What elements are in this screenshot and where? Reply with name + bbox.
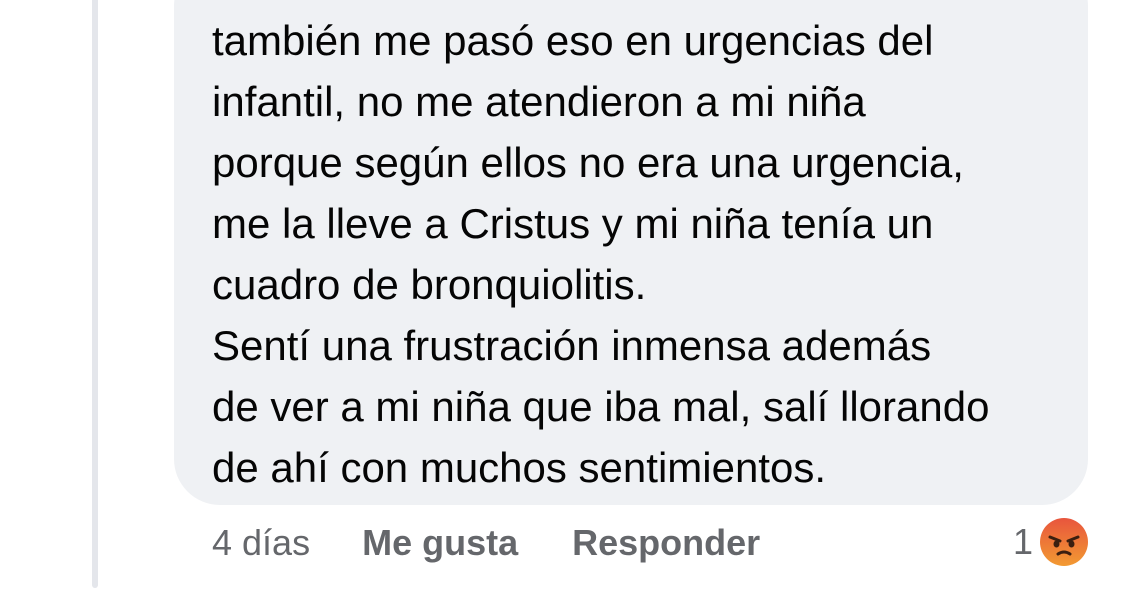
angry-reaction-icon (1040, 518, 1088, 566)
reaction-summary[interactable]: 1 (1013, 516, 1089, 568)
reply-button[interactable]: Responder (572, 522, 760, 564)
reaction-count: 1 (1012, 521, 1033, 562)
comment-actions: 4 días Me gusta Responder (212, 518, 760, 568)
comment-text: también me pasó eso en urgencias del inf… (212, 17, 990, 491)
like-button[interactable]: Me gusta (362, 522, 518, 564)
comment-timestamp[interactable]: 4 días (212, 522, 310, 564)
thread-line (92, 0, 98, 588)
